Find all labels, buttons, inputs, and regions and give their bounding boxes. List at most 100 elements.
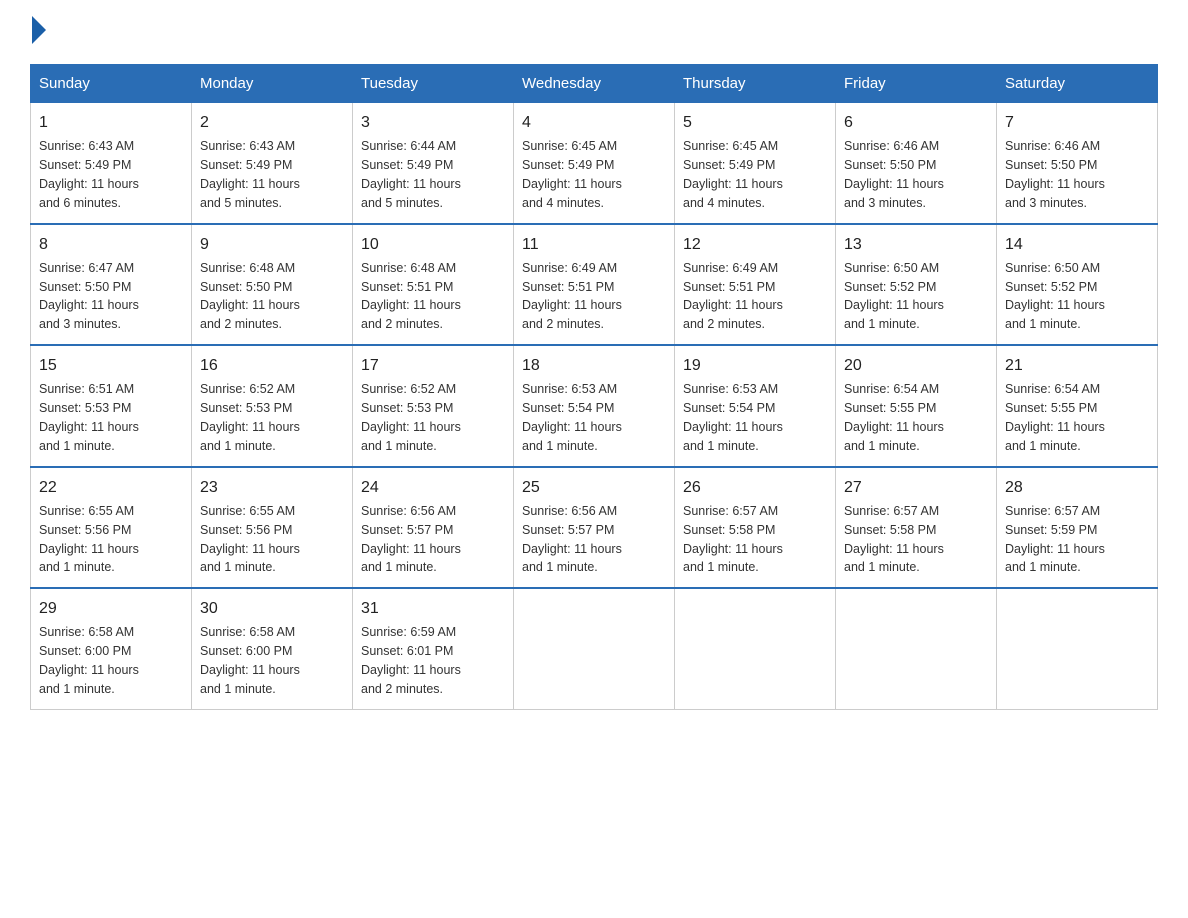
calendar-cell: 14 Sunrise: 6:50 AMSunset: 5:52 PMDaylig… [997,224,1158,346]
calendar-cell: 27 Sunrise: 6:57 AMSunset: 5:58 PMDaylig… [836,467,997,589]
header-monday: Monday [192,65,353,103]
calendar-week-1: 1 Sunrise: 6:43 AMSunset: 5:49 PMDayligh… [31,103,1158,224]
logo-triangle-icon [32,16,46,44]
calendar-cell: 17 Sunrise: 6:52 AMSunset: 5:53 PMDaylig… [353,345,514,467]
day-number: 25 [522,476,666,499]
calendar-cell: 8 Sunrise: 6:47 AMSunset: 5:50 PMDayligh… [31,224,192,346]
calendar-cell: 15 Sunrise: 6:51 AMSunset: 5:53 PMDaylig… [31,345,192,467]
day-number: 11 [522,233,666,256]
day-info: Sunrise: 6:52 AMSunset: 5:53 PMDaylight:… [361,382,461,453]
day-info: Sunrise: 6:57 AMSunset: 5:58 PMDaylight:… [844,504,944,575]
calendar-week-4: 22 Sunrise: 6:55 AMSunset: 5:56 PMDaylig… [31,467,1158,589]
header-thursday: Thursday [675,65,836,103]
calendar-cell: 13 Sunrise: 6:50 AMSunset: 5:52 PMDaylig… [836,224,997,346]
calendar-cell: 12 Sunrise: 6:49 AMSunset: 5:51 PMDaylig… [675,224,836,346]
day-number: 18 [522,354,666,377]
calendar-cell: 3 Sunrise: 6:44 AMSunset: 5:49 PMDayligh… [353,103,514,224]
calendar-cell: 25 Sunrise: 6:56 AMSunset: 5:57 PMDaylig… [514,467,675,589]
calendar-cell: 16 Sunrise: 6:52 AMSunset: 5:53 PMDaylig… [192,345,353,467]
header-sunday: Sunday [31,65,192,103]
day-number: 27 [844,476,988,499]
day-info: Sunrise: 6:56 AMSunset: 5:57 PMDaylight:… [361,504,461,575]
day-number: 9 [200,233,344,256]
calendar-week-2: 8 Sunrise: 6:47 AMSunset: 5:50 PMDayligh… [31,224,1158,346]
header-friday: Friday [836,65,997,103]
day-info: Sunrise: 6:53 AMSunset: 5:54 PMDaylight:… [683,382,783,453]
calendar-cell: 6 Sunrise: 6:46 AMSunset: 5:50 PMDayligh… [836,103,997,224]
calendar-cell: 2 Sunrise: 6:43 AMSunset: 5:49 PMDayligh… [192,103,353,224]
day-number: 31 [361,597,505,620]
day-number: 21 [1005,354,1149,377]
day-number: 28 [1005,476,1149,499]
calendar-cell: 18 Sunrise: 6:53 AMSunset: 5:54 PMDaylig… [514,345,675,467]
calendar-cell: 5 Sunrise: 6:45 AMSunset: 5:49 PMDayligh… [675,103,836,224]
day-info: Sunrise: 6:43 AMSunset: 5:49 PMDaylight:… [39,139,139,210]
day-info: Sunrise: 6:53 AMSunset: 5:54 PMDaylight:… [522,382,622,453]
day-number: 5 [683,111,827,134]
calendar-cell: 7 Sunrise: 6:46 AMSunset: 5:50 PMDayligh… [997,103,1158,224]
day-info: Sunrise: 6:57 AMSunset: 5:58 PMDaylight:… [683,504,783,575]
day-info: Sunrise: 6:54 AMSunset: 5:55 PMDaylight:… [844,382,944,453]
day-number: 17 [361,354,505,377]
logo [30,20,46,44]
day-number: 29 [39,597,183,620]
day-info: Sunrise: 6:55 AMSunset: 5:56 PMDaylight:… [200,504,300,575]
calendar-cell: 22 Sunrise: 6:55 AMSunset: 5:56 PMDaylig… [31,467,192,589]
calendar-cell: 9 Sunrise: 6:48 AMSunset: 5:50 PMDayligh… [192,224,353,346]
calendar-cell: 21 Sunrise: 6:54 AMSunset: 5:55 PMDaylig… [997,345,1158,467]
calendar-cell: 30 Sunrise: 6:58 AMSunset: 6:00 PMDaylig… [192,588,353,709]
day-number: 15 [39,354,183,377]
day-info: Sunrise: 6:50 AMSunset: 5:52 PMDaylight:… [844,261,944,332]
day-number: 13 [844,233,988,256]
calendar-table: SundayMondayTuesdayWednesdayThursdayFrid… [30,64,1158,710]
day-info: Sunrise: 6:55 AMSunset: 5:56 PMDaylight:… [39,504,139,575]
calendar-cell [514,588,675,709]
day-number: 6 [844,111,988,134]
day-info: Sunrise: 6:59 AMSunset: 6:01 PMDaylight:… [361,625,461,696]
calendar-cell: 23 Sunrise: 6:55 AMSunset: 5:56 PMDaylig… [192,467,353,589]
day-number: 1 [39,111,183,134]
day-number: 26 [683,476,827,499]
day-number: 23 [200,476,344,499]
calendar-cell: 19 Sunrise: 6:53 AMSunset: 5:54 PMDaylig… [675,345,836,467]
day-number: 3 [361,111,505,134]
calendar-cell: 4 Sunrise: 6:45 AMSunset: 5:49 PMDayligh… [514,103,675,224]
day-info: Sunrise: 6:44 AMSunset: 5:49 PMDaylight:… [361,139,461,210]
calendar-cell: 28 Sunrise: 6:57 AMSunset: 5:59 PMDaylig… [997,467,1158,589]
day-number: 4 [522,111,666,134]
day-info: Sunrise: 6:47 AMSunset: 5:50 PMDaylight:… [39,261,139,332]
calendar-cell: 10 Sunrise: 6:48 AMSunset: 5:51 PMDaylig… [353,224,514,346]
day-info: Sunrise: 6:46 AMSunset: 5:50 PMDaylight:… [1005,139,1105,210]
day-number: 2 [200,111,344,134]
page-header [30,20,1158,44]
day-number: 10 [361,233,505,256]
day-number: 22 [39,476,183,499]
day-info: Sunrise: 6:45 AMSunset: 5:49 PMDaylight:… [683,139,783,210]
calendar-cell: 26 Sunrise: 6:57 AMSunset: 5:58 PMDaylig… [675,467,836,589]
calendar-cell [836,588,997,709]
day-number: 30 [200,597,344,620]
calendar-cell: 11 Sunrise: 6:49 AMSunset: 5:51 PMDaylig… [514,224,675,346]
day-number: 7 [1005,111,1149,134]
day-info: Sunrise: 6:56 AMSunset: 5:57 PMDaylight:… [522,504,622,575]
day-number: 16 [200,354,344,377]
day-info: Sunrise: 6:50 AMSunset: 5:52 PMDaylight:… [1005,261,1105,332]
day-number: 14 [1005,233,1149,256]
calendar-week-5: 29 Sunrise: 6:58 AMSunset: 6:00 PMDaylig… [31,588,1158,709]
day-info: Sunrise: 6:52 AMSunset: 5:53 PMDaylight:… [200,382,300,453]
day-number: 12 [683,233,827,256]
day-info: Sunrise: 6:58 AMSunset: 6:00 PMDaylight:… [39,625,139,696]
calendar-cell [997,588,1158,709]
header-saturday: Saturday [997,65,1158,103]
day-number: 19 [683,354,827,377]
calendar-cell [675,588,836,709]
calendar-week-3: 15 Sunrise: 6:51 AMSunset: 5:53 PMDaylig… [31,345,1158,467]
header-wednesday: Wednesday [514,65,675,103]
day-info: Sunrise: 6:54 AMSunset: 5:55 PMDaylight:… [1005,382,1105,453]
calendar-cell: 29 Sunrise: 6:58 AMSunset: 6:00 PMDaylig… [31,588,192,709]
day-info: Sunrise: 6:43 AMSunset: 5:49 PMDaylight:… [200,139,300,210]
day-info: Sunrise: 6:46 AMSunset: 5:50 PMDaylight:… [844,139,944,210]
calendar-cell: 31 Sunrise: 6:59 AMSunset: 6:01 PMDaylig… [353,588,514,709]
day-number: 8 [39,233,183,256]
day-info: Sunrise: 6:58 AMSunset: 6:00 PMDaylight:… [200,625,300,696]
